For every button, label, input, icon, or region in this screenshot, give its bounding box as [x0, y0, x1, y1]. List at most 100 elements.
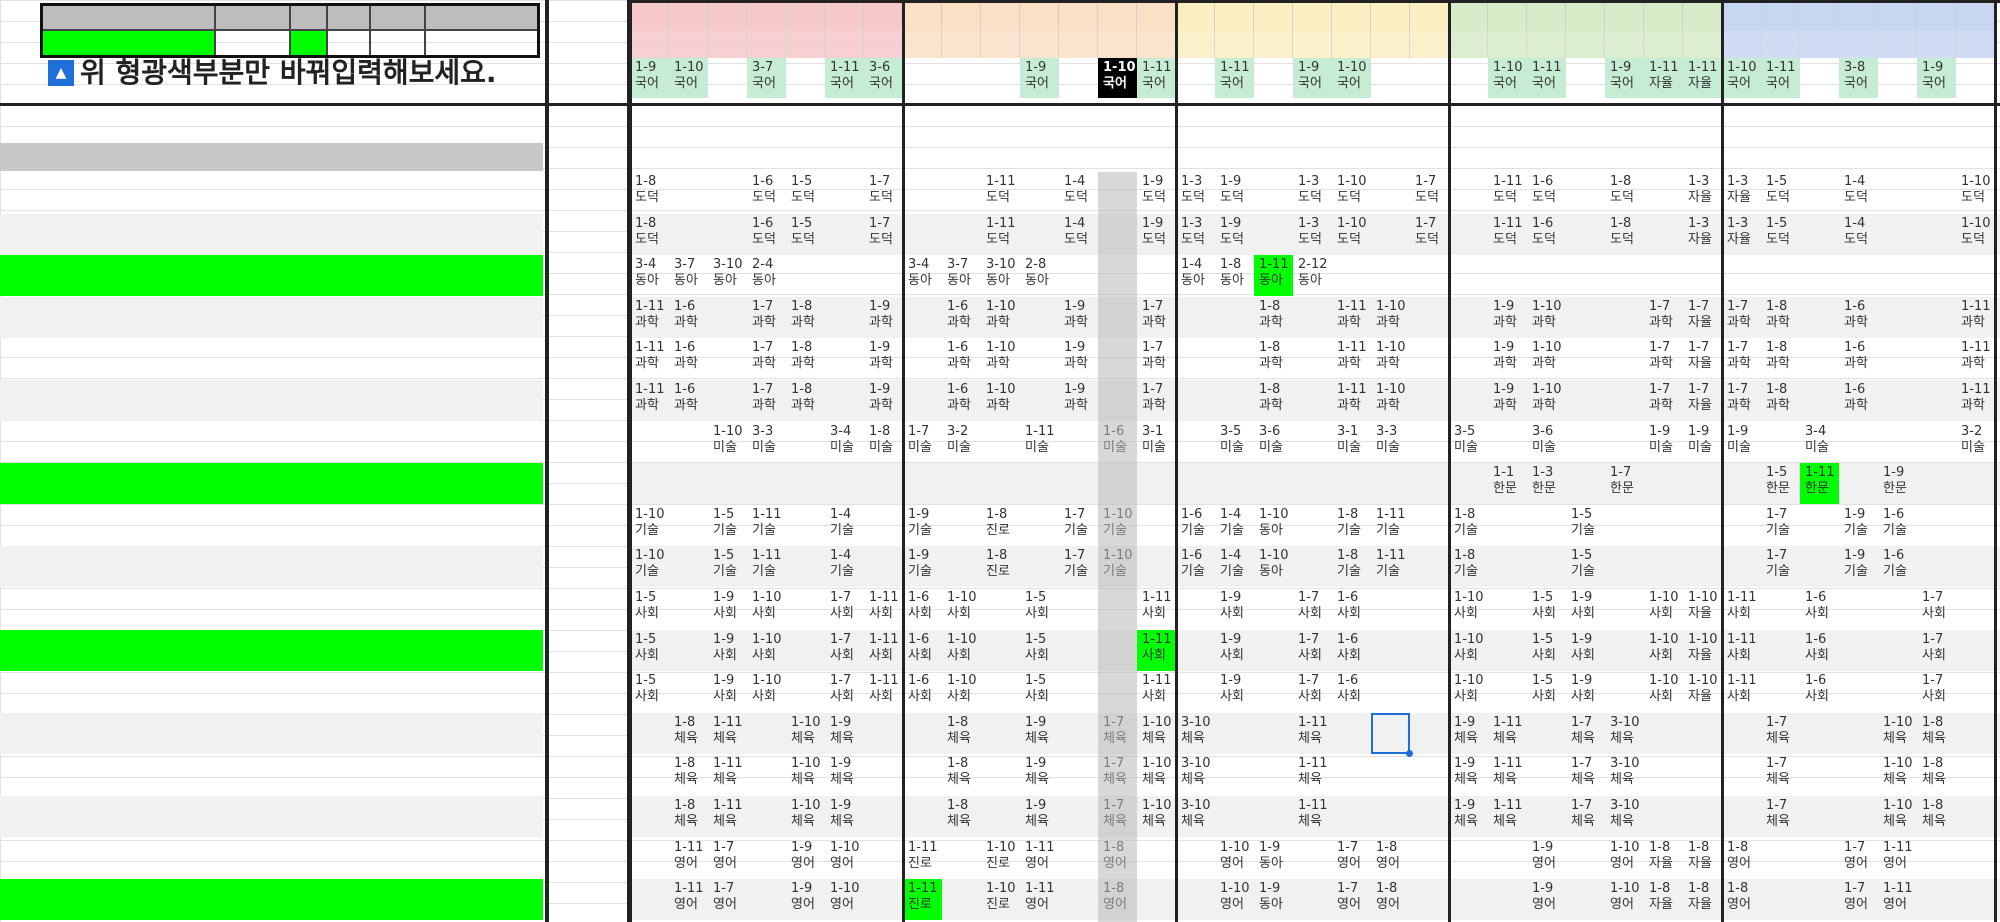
timetable-slot[interactable]: 1-8 기술	[1449, 505, 1488, 546]
timetable-slot[interactable]: 1-7 기술	[1761, 546, 1800, 587]
timetable-slot[interactable]: 1-10 도덕	[1332, 172, 1371, 213]
timetable-slot[interactable]: 1-4 기술	[825, 546, 864, 587]
timetable-slot[interactable]: 1-11 체육	[1293, 754, 1332, 795]
row-9-c[interactable]	[370, 505, 425, 546]
timetable-slot[interactable]: 1-9 동아	[1254, 838, 1293, 879]
timetable-slot[interactable]: 1-8영어	[1371, 838, 1410, 879]
row-18-p[interactable]	[290, 879, 327, 921]
timetable-slot[interactable]: 1-10 도덕	[1332, 214, 1371, 255]
timetable-slot[interactable]: 1-8 기술	[1332, 505, 1371, 546]
row-13-n[interactable]	[0, 671, 40, 712]
row-14-g[interactable]	[327, 712, 370, 754]
timetable-slot[interactable]: 1-6 기술	[1176, 546, 1215, 587]
row-1-name[interactable]	[40, 172, 215, 213]
row-9-g[interactable]	[327, 505, 370, 546]
timetable-slot[interactable]: 1-6 과학	[942, 338, 981, 379]
timetable-slot[interactable]: 1-10 사회	[1644, 588, 1683, 629]
timetable-slot[interactable]: 1-9 미술	[1683, 422, 1722, 463]
timetable-slot[interactable]: 1-8 과학	[1761, 297, 1800, 338]
timetable-slot[interactable]: 1-7 기술	[1059, 505, 1098, 546]
timetable-slot[interactable]: 1-7 과학	[1644, 297, 1683, 338]
timetable-slot[interactable]: 1-11 도덕	[981, 214, 1020, 255]
row-3-name[interactable]	[40, 255, 215, 297]
timetable-slot[interactable]: 1-7 과학	[1722, 338, 1761, 379]
timetable-slot[interactable]: 1-11 체육	[1488, 796, 1527, 837]
timetable-slot[interactable]: 1-11 과학	[1956, 297, 1995, 338]
timetable-slot[interactable]: 1-5 사회	[1020, 671, 1059, 712]
timetable-slot[interactable]: 3-7 동아	[942, 255, 981, 296]
timetable-slot[interactable]: 1-6 사회	[903, 630, 942, 671]
row-15-p[interactable]	[290, 754, 327, 795]
row-12-day[interactable]	[215, 629, 290, 671]
timetable-slot[interactable]: 1-9 과학	[1059, 380, 1098, 421]
timetable-slot[interactable]: 1-7 영어	[708, 838, 747, 879]
timetable-slot[interactable]: 1-10 영어	[1215, 838, 1254, 879]
row-6-p[interactable]	[290, 380, 327, 421]
timetable-slot[interactable]: 1-8 과학	[1254, 380, 1293, 421]
row-2-n[interactable]	[0, 213, 40, 255]
row-7-g[interactable]	[327, 422, 370, 463]
fill-handle[interactable]	[1406, 749, 1413, 757]
top-slot[interactable]	[942, 58, 981, 98]
timetable-slot[interactable]: 1-9 기술	[903, 546, 942, 587]
row-10-g[interactable]	[327, 546, 370, 588]
timetable-slot[interactable]: 1-8 체육	[669, 713, 708, 754]
timetable-slot[interactable]: 1-5 사회	[1527, 588, 1566, 629]
timetable-slot[interactable]: 1-10 진로	[981, 838, 1020, 879]
row-12-c[interactable]	[370, 629, 425, 671]
timetable-slot[interactable]: 1-6 과학	[1839, 380, 1878, 421]
row-4-p[interactable]	[290, 296, 327, 338]
timetable-slot[interactable]: 1-7 과학	[1137, 338, 1176, 379]
timetable-slot[interactable]: 1-9 미술	[1722, 422, 1761, 463]
timetable-slot[interactable]: 3-10 체육	[1605, 754, 1644, 795]
timetable-slot[interactable]: 1-6 사회	[1800, 588, 1839, 629]
row-5-p[interactable]	[290, 338, 327, 379]
row-10-name[interactable]	[40, 546, 215, 588]
timetable-slot[interactable]: 1-4 도덕	[1839, 214, 1878, 255]
row-1-g[interactable]	[327, 172, 370, 213]
timetable-slot[interactable]: 1-10 사회	[1449, 671, 1488, 712]
row-11-day[interactable]	[215, 588, 290, 629]
timetable-slot[interactable]: 1-7 과학	[1644, 380, 1683, 421]
timetable-slot[interactable]: 1-3 도덕	[1293, 214, 1332, 255]
timetable-slot[interactable]: 1-10 체육	[1878, 754, 1917, 795]
timetable-slot[interactable]: 1-10 체육	[1878, 713, 1917, 754]
timetable-slot[interactable]: 1-5 도덕	[786, 172, 825, 213]
timetable-slot[interactable]: 1-6 사회	[1800, 630, 1839, 671]
timetable-slot[interactable]: 1-5 사회	[1020, 630, 1059, 671]
row-9-day[interactable]	[215, 505, 290, 546]
timetable-slot[interactable]: 1-11 도덕	[1488, 172, 1527, 213]
timetable-slot[interactable]: 1-8 체육	[669, 796, 708, 837]
row-16-c[interactable]	[370, 796, 425, 837]
timetable-slot[interactable]: 1-10 도덕	[1956, 214, 1995, 255]
timetable-slot[interactable]: 1-11 동아	[1254, 255, 1293, 297]
top-slot[interactable]: 1-11 국어	[1137, 58, 1176, 98]
timetable-slot[interactable]: 1-5 도덕	[1761, 214, 1800, 255]
top-slot[interactable]: 1-9 국어	[1293, 58, 1332, 98]
timetable-slot[interactable]: 1-5 사회	[630, 588, 669, 629]
timetable-slot[interactable]: 1-9 과학	[864, 380, 903, 421]
top-slot[interactable]	[903, 58, 942, 98]
timetable-slot[interactable]: 1-8 도덕	[1605, 214, 1644, 255]
timetable-slot[interactable]: 1-10 영어	[1605, 838, 1644, 879]
timetable-slot[interactable]: 1-3 도덕	[1176, 214, 1215, 255]
timetable-slot[interactable]: 1-10 영어	[825, 838, 864, 879]
timetable-slot[interactable]: 1-10 체육	[1137, 754, 1176, 795]
timetable-slot[interactable]: 1-5 기술	[1566, 546, 1605, 587]
timetable-slot[interactable]: 1-9 체육	[1020, 754, 1059, 795]
timetable-slot[interactable]: 1-11 사회	[864, 630, 903, 671]
timetable-slot[interactable]: 1-8 진로	[981, 546, 1020, 587]
top-slot[interactable]: 1-9 국어	[1605, 58, 1644, 98]
row-4-g[interactable]	[327, 296, 370, 338]
row-9-p[interactable]	[290, 505, 327, 546]
row-1-day[interactable]	[215, 172, 290, 213]
timetable-slot[interactable]: 1-9 동아	[1254, 879, 1293, 920]
timetable-slot[interactable]: 1-9 영어	[1527, 879, 1566, 920]
timetable-slot[interactable]: 1-8 자율	[1683, 879, 1722, 920]
row-7-name[interactable]	[40, 422, 215, 463]
timetable-slot[interactable]: 1-10 과학	[1371, 297, 1410, 338]
row-3-c[interactable]	[370, 255, 425, 297]
timetable-slot[interactable]: 1-11 사회	[1137, 629, 1176, 671]
timetable-slot[interactable]: 1-11 기술	[1371, 546, 1410, 587]
timetable-slot[interactable]: 1-11 체육	[708, 713, 747, 754]
